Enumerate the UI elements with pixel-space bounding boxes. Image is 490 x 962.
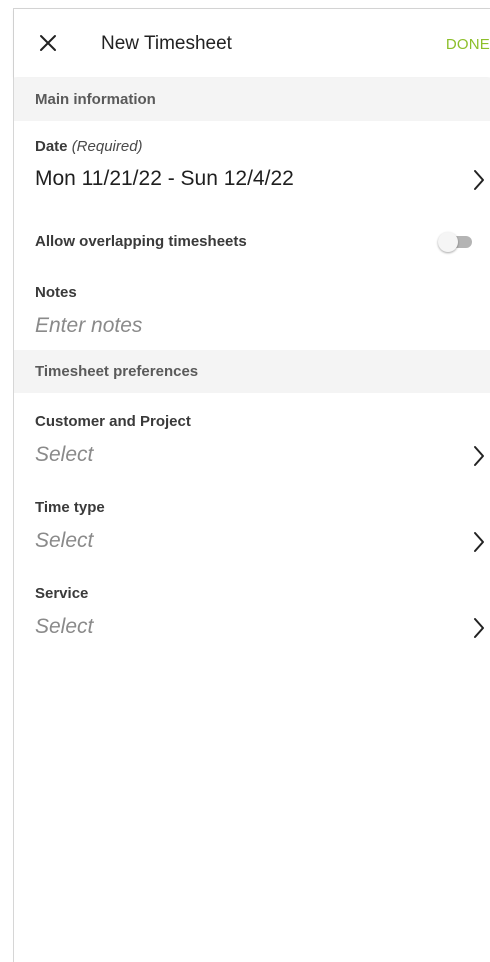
chevron-right-icon — [474, 532, 484, 552]
page-title: New Timesheet — [101, 33, 232, 54]
toggle-knob — [438, 232, 458, 252]
service-label: Service — [35, 585, 89, 602]
chevron-right-icon — [474, 618, 484, 638]
done-button[interactable]: DONE — [446, 36, 490, 53]
section-header-main-information: Main information — [14, 78, 490, 121]
overlap-row: Allow overlapping timesheets — [14, 221, 490, 265]
section-header-timesheet-preferences: Timesheet preferences — [14, 350, 490, 393]
chevron-right-icon — [474, 170, 484, 190]
chevron-right-icon — [474, 446, 484, 466]
time-type-label: Time type — [35, 499, 105, 516]
customer-project-field[interactable]: Customer and Project Select — [14, 393, 490, 479]
date-value: Mon 11/21/22 - Sun 12/4/22 — [35, 167, 294, 190]
notes-label: Notes — [35, 284, 77, 301]
time-type-select[interactable]: Select — [35, 529, 93, 553]
overlap-label: Allow overlapping timesheets — [35, 233, 247, 250]
service-field[interactable]: Service Select — [14, 565, 490, 651]
customer-project-label: Customer and Project — [35, 413, 191, 430]
date-field[interactable]: Date (Required) Mon 11/21/22 - Sun 12/4/… — [14, 121, 490, 211]
timesheet-form: New Timesheet DONE Main information Date… — [13, 8, 490, 962]
required-indicator: (Required) — [71, 138, 143, 155]
overlap-toggle[interactable] — [438, 231, 474, 252]
time-type-field[interactable]: Time type Select — [14, 479, 490, 565]
close-icon — [40, 35, 56, 51]
notes-input[interactable]: Enter notes — [35, 314, 142, 338]
customer-project-select[interactable]: Select — [35, 443, 93, 467]
app-bar: New Timesheet DONE — [14, 9, 490, 77]
close-button[interactable] — [36, 31, 60, 55]
date-label-text: Date — [35, 138, 68, 155]
notes-field[interactable]: Notes Enter notes — [14, 274, 490, 348]
service-select[interactable]: Select — [35, 615, 93, 639]
date-label: Date (Required) — [35, 138, 143, 155]
